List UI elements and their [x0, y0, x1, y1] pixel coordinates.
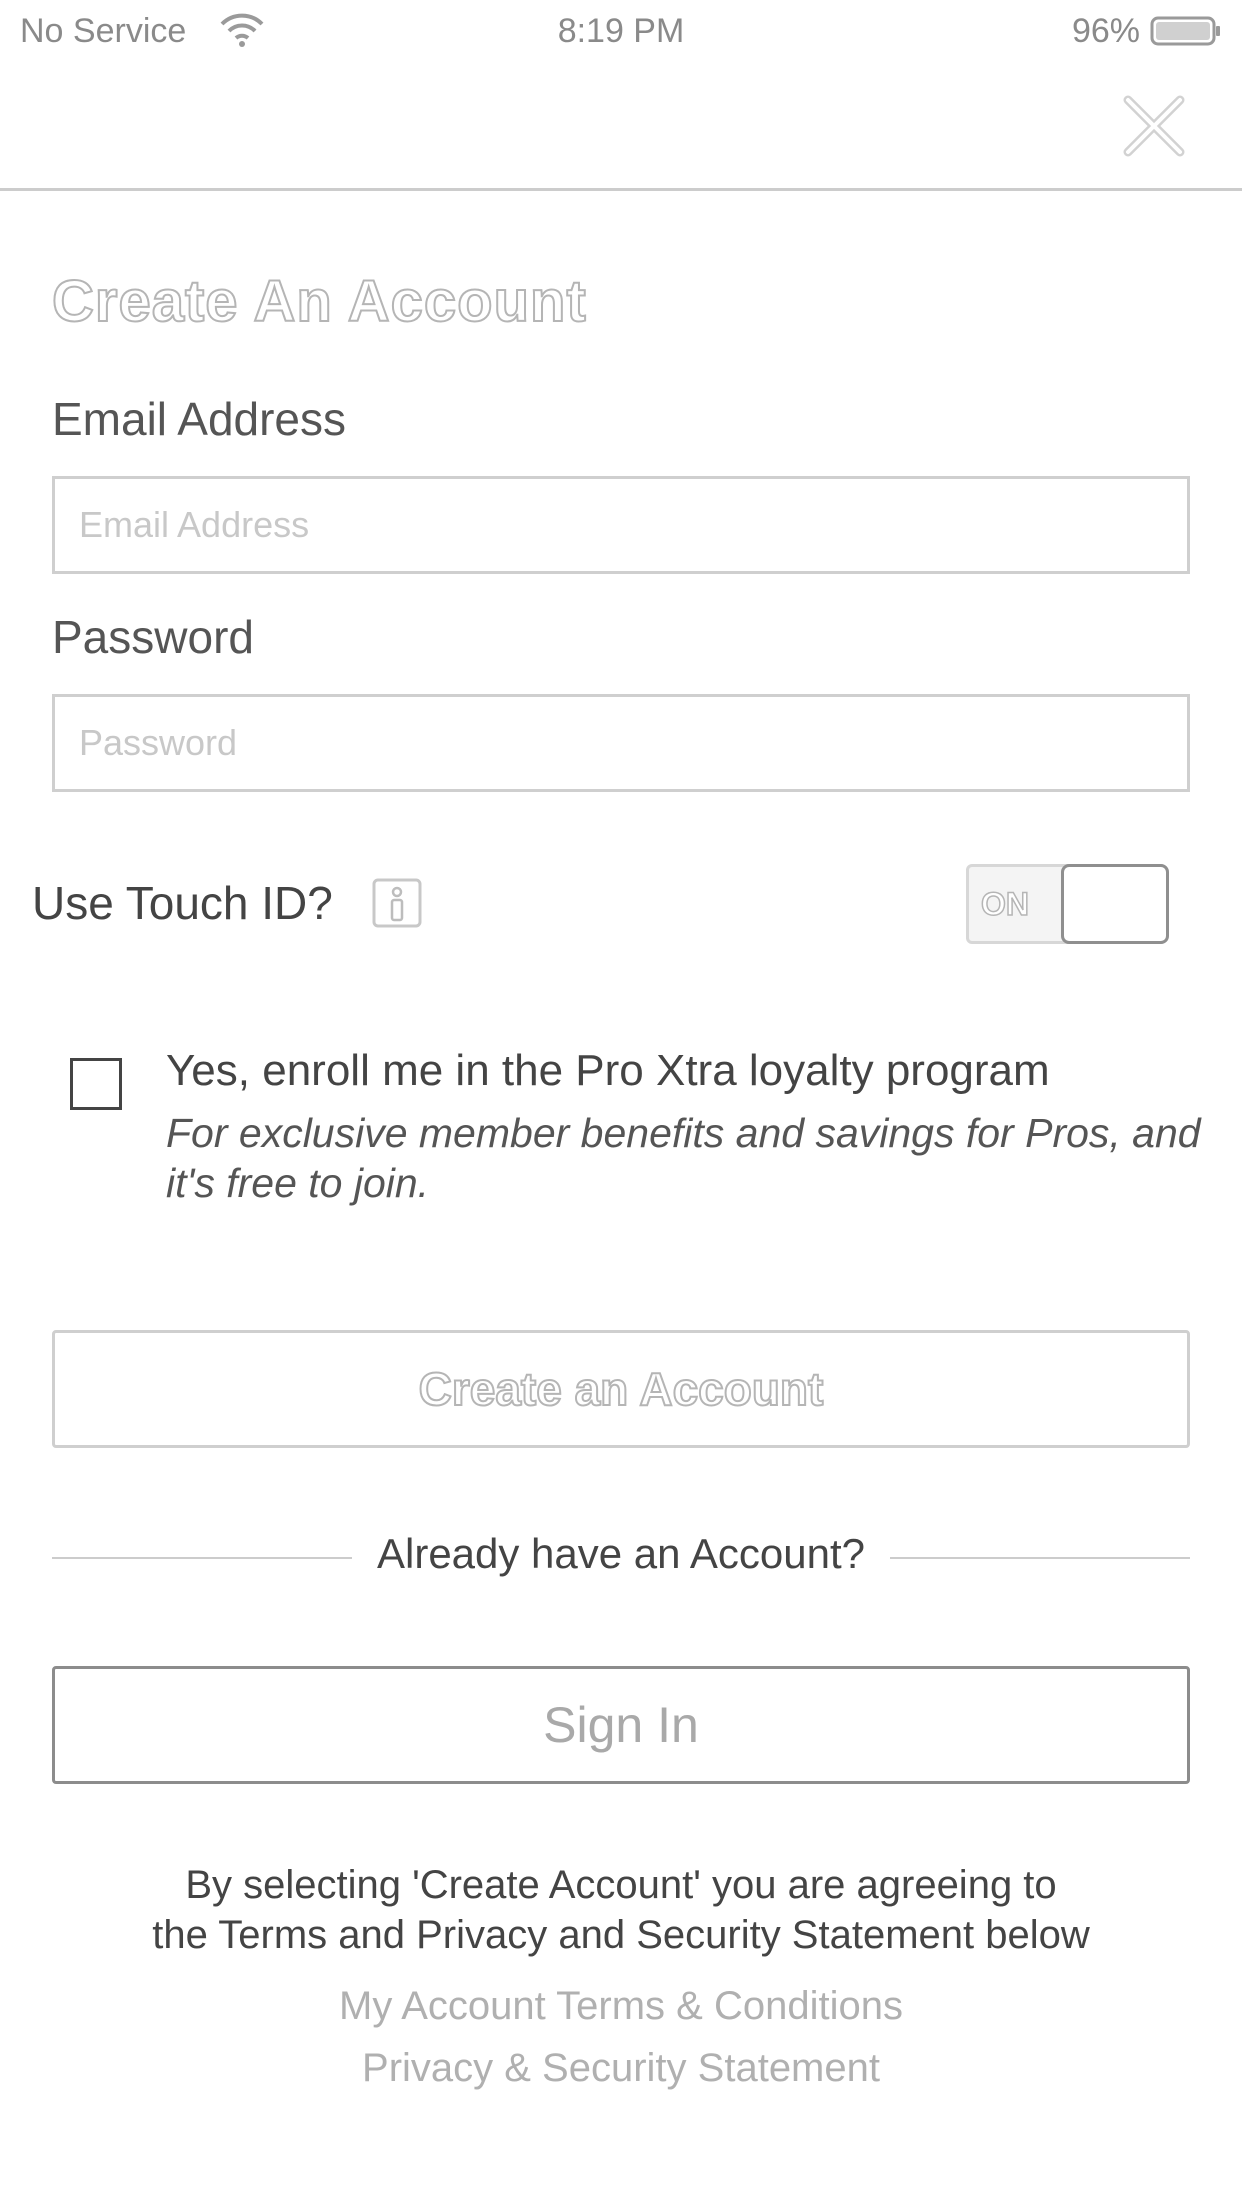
privacy-link[interactable]: Privacy & Security Statement: [0, 2046, 1242, 2091]
clock: 8:19 PM: [557, 12, 685, 50]
loyalty-checkbox[interactable]: [70, 1058, 122, 1110]
toggle-knob[interactable]: [1061, 864, 1169, 944]
legal-line-1: By selecting 'Create Account' you are ag…: [185, 1863, 1057, 1907]
password-label: Password: [52, 611, 254, 663]
info-button[interactable]: [372, 878, 422, 928]
close-button[interactable]: [1122, 94, 1186, 158]
already-have-account-text: Already have an Account?: [376, 1530, 865, 1577]
email-field[interactable]: [52, 476, 1190, 574]
loyalty-label: Yes, enroll me in the Pro Xtra loyalty p…: [166, 1046, 1050, 1095]
terms-link[interactable]: My Account Terms & Conditions: [0, 1984, 1242, 2029]
info-icon: [372, 878, 422, 928]
divider-line-right: [890, 1557, 1190, 1559]
password-field[interactable]: [52, 694, 1190, 792]
header-divider: [0, 188, 1242, 191]
touch-id-toggle[interactable]: ON: [966, 864, 1169, 944]
battery-percent: 96%: [1071, 12, 1140, 50]
loyalty-description: For exclusive member benefits and saving…: [166, 1110, 1201, 1206]
close-icon: [1123, 95, 1185, 157]
sign-in-button[interactable]: Sign In: [52, 1666, 1190, 1784]
toggle-on-label: ON: [980, 885, 1030, 923]
status-bar: No Service 8:19 PM 96%: [0, 0, 1242, 64]
touch-id-label: Use Touch ID?: [32, 877, 333, 929]
battery-icon: [1150, 16, 1220, 46]
email-label: Email Address: [52, 393, 347, 445]
page-title: Create An Account: [51, 268, 587, 335]
legal-line-2: the Terms and Privacy and Security State…: [152, 1913, 1090, 1957]
legal-notice: By selecting 'Create Account' you are ag…: [0, 1860, 1242, 1960]
create-account-button[interactable]: Create an Account: [52, 1330, 1190, 1448]
